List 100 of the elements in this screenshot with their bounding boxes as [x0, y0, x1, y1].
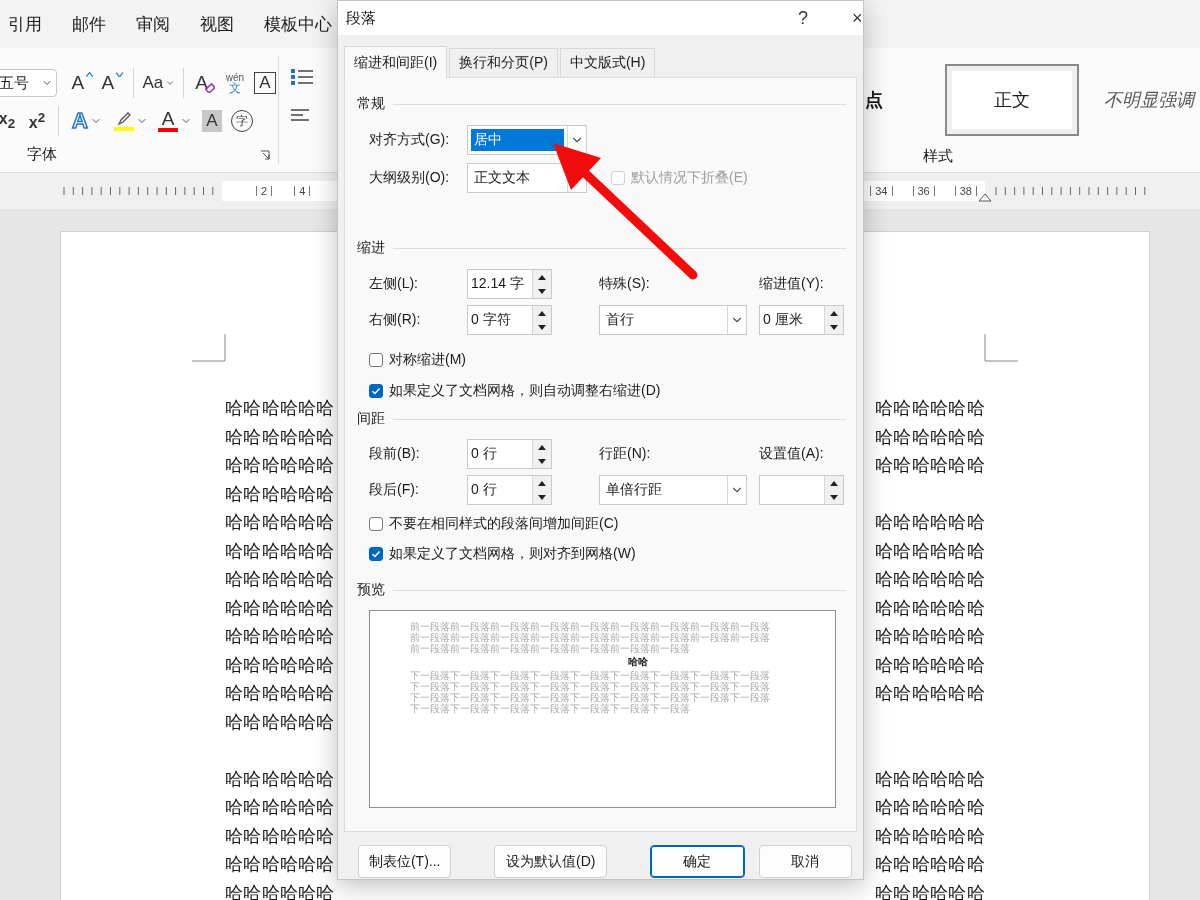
- align-left-icon[interactable]: [291, 108, 309, 124]
- ruler-number: 2: [256, 186, 273, 196]
- document-text: 哈哈哈哈哈哈: [875, 653, 985, 677]
- font-size-dropdown[interactable]: 五号: [0, 69, 58, 97]
- triangle-up-icon: [538, 310, 546, 316]
- triangle-down-icon: [538, 288, 546, 294]
- field-label: 大纲级别(O):: [369, 169, 451, 187]
- checkbox[interactable]: [369, 547, 383, 561]
- ribbon-tab[interactable]: 模板中心: [264, 12, 332, 36]
- ribbon-tab[interactable]: 审阅: [136, 12, 170, 36]
- phonetic-guide-button[interactable]: wén 文: [222, 68, 248, 98]
- close-button[interactable]: ×: [852, 7, 863, 29]
- triangle-down-icon: [538, 494, 546, 500]
- document-text: 哈哈哈哈哈哈: [875, 824, 985, 848]
- document-text: 哈哈哈哈哈哈: [875, 539, 985, 563]
- section-title: 预览: [357, 581, 385, 599]
- section-title: 缩进: [357, 239, 385, 257]
- caret-down-icon: [116, 72, 124, 77]
- document-text: 哈哈哈哈哈哈: [225, 482, 335, 506]
- dropdown[interactable]: 首行: [599, 305, 747, 335]
- dialog-tab[interactable]: 缩进和间距(I): [344, 46, 448, 78]
- document-text: 哈哈哈哈哈哈: [875, 682, 985, 706]
- spin-field[interactable]: 0 行: [467, 475, 552, 505]
- document-text: 哈哈哈哈哈哈: [225, 596, 335, 620]
- style-option[interactable]: 点: [863, 64, 927, 136]
- document-text: 哈哈哈哈哈哈: [875, 625, 985, 649]
- dialog-launcher-icon[interactable]: [260, 149, 270, 160]
- checkbox-label[interactable]: 如果定义了文档网格，则自动调整右缩进(D): [357, 379, 846, 403]
- field-label: 段前(B):: [369, 445, 421, 463]
- ruler-number: 38: [954, 186, 977, 196]
- clear-format-button[interactable]: A: [192, 68, 218, 98]
- document-text: 哈哈哈哈哈哈: [875, 568, 985, 592]
- ruler-number: 4: [294, 186, 311, 196]
- dialog-button[interactable]: 制表位(T)...: [358, 845, 452, 878]
- checkbox-label[interactable]: 不要在相同样式的段落间增加间距(C): [357, 512, 846, 536]
- document-text: 哈哈哈哈哈哈: [225, 767, 335, 791]
- superscript-button[interactable]: x$^{2}$: [24, 106, 50, 136]
- checkbox[interactable]: [369, 517, 383, 531]
- field-label: 右侧(R):: [369, 311, 422, 329]
- spin-field[interactable]: 0 字符: [467, 305, 552, 335]
- field-label: 行距(N):: [599, 445, 652, 463]
- ribbon-tab[interactable]: 视图: [200, 12, 234, 36]
- document-text: 哈哈哈哈哈哈: [225, 824, 335, 848]
- group-label: 字体: [27, 145, 57, 164]
- checkbox[interactable]: [369, 353, 383, 367]
- spin-field[interactable]: 0 行: [467, 439, 552, 469]
- checkbox-label[interactable]: 对称缩进(M): [357, 348, 846, 372]
- triangle-up-icon: [830, 310, 838, 316]
- ribbon-tab[interactable]: 邮件: [72, 12, 106, 36]
- spin-field[interactable]: 12.14 字: [467, 269, 552, 299]
- document-text: 哈哈哈哈哈哈: [225, 682, 335, 706]
- dropdown[interactable]: 单倍行距: [599, 475, 747, 505]
- triangle-up-icon: [538, 274, 546, 280]
- dialog-title: 段落: [346, 8, 376, 28]
- triangle-down-icon: [538, 458, 546, 464]
- document-text: 哈哈哈哈哈哈: [875, 596, 985, 620]
- field-label: 左侧(L):: [369, 275, 419, 293]
- document-text: 哈哈哈哈哈哈: [225, 568, 335, 592]
- dropdown[interactable]: 居中: [467, 125, 587, 155]
- check-icon: [371, 386, 381, 396]
- document-text: 哈哈哈哈哈哈: [875, 425, 985, 449]
- document-text: 哈哈哈哈哈哈: [225, 710, 335, 734]
- margin-mark: [984, 334, 1018, 362]
- group-label: 样式: [923, 147, 954, 166]
- ribbon-tab[interactable]: 引用: [8, 12, 42, 36]
- text-effect-button[interactable]: A: [67, 106, 107, 136]
- document-text: 哈哈哈哈哈哈: [225, 397, 335, 421]
- dialog-button[interactable]: 设为默认值(D): [494, 845, 608, 878]
- checkbox[interactable]: [369, 384, 383, 398]
- bullet-list-icon[interactable]: [291, 68, 313, 86]
- dialog-button[interactable]: 取消: [758, 845, 852, 878]
- spin-field[interactable]: [759, 475, 844, 505]
- document-text: 哈哈哈哈哈哈: [225, 425, 335, 449]
- document-text: 哈哈哈哈哈哈: [875, 454, 985, 478]
- triangle-up-icon: [830, 480, 838, 486]
- font-color-button[interactable]: A: [155, 106, 195, 136]
- document-text: 哈哈哈哈哈哈: [225, 653, 335, 677]
- dialog-button[interactable]: 确定: [650, 845, 745, 878]
- section-title: 常规: [357, 95, 385, 113]
- document-text: 哈哈哈哈哈哈: [875, 397, 985, 421]
- document-text: 哈哈哈哈哈哈: [225, 454, 335, 478]
- document-text: 哈哈哈哈哈哈: [875, 767, 985, 791]
- document-text: 哈哈哈哈哈哈: [225, 796, 335, 820]
- field-label: 段后(F):: [369, 481, 420, 499]
- dialog-tab[interactable]: 中文版式(H): [559, 48, 656, 77]
- style-option[interactable]: 不明显强调: [1097, 64, 1200, 136]
- change-case-button[interactable]: Aa: [142, 68, 176, 98]
- field-label: 缩进值(Y):: [759, 275, 825, 293]
- help-button[interactable]: ?: [798, 7, 808, 29]
- document-text: 哈哈哈哈哈哈: [875, 511, 985, 535]
- grow-font-button[interactable]: A: [69, 68, 96, 98]
- document-text: 哈哈哈哈哈哈: [875, 853, 985, 877]
- checkbox-label[interactable]: 如果定义了文档网格，则对齐到网格(W): [357, 542, 846, 566]
- dialog-tab[interactable]: 换行和分页(P): [449, 48, 558, 77]
- triangle-up-icon: [538, 480, 546, 486]
- style-option[interactable]: 正文: [945, 64, 1079, 136]
- shrink-font-button[interactable]: A: [99, 68, 126, 98]
- field-label: 设置值(A):: [759, 445, 825, 463]
- section-title: 间距: [357, 410, 385, 428]
- spin-field[interactable]: 0 厘米: [759, 305, 844, 335]
